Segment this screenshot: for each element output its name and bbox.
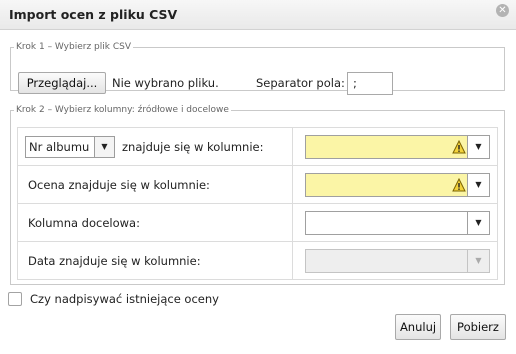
row-label: Data znajduje się w kolumnie: bbox=[28, 253, 201, 268]
krok1-legend: Krok 1 – Wybierz plik CSV bbox=[16, 42, 131, 52]
table-row: Data znajduje się w kolumnie: ▼ bbox=[17, 241, 498, 280]
source-type-value: Nr albumu bbox=[29, 139, 90, 154]
chevron-down-icon: ▼ bbox=[467, 249, 489, 272]
separator-input[interactable]: ; bbox=[347, 72, 393, 95]
import-dialog: Import ocen z pliku CSV ✕ Krok 1 – Wybie… bbox=[0, 0, 516, 354]
row-combo-cell: ▼ bbox=[292, 203, 498, 242]
file-status: Nie wybrano pliku. bbox=[112, 76, 219, 90]
row-label: Kolumna docelowa: bbox=[28, 215, 140, 230]
row-combo-cell: ▼ bbox=[292, 127, 498, 166]
overwrite-checkbox[interactable] bbox=[8, 292, 22, 306]
row-label-cell: Kolumna docelowa: bbox=[17, 203, 293, 242]
overwrite-label: Czy nadpisywać istniejące oceny bbox=[30, 292, 219, 306]
source-type-select[interactable]: Nr albumu ▼ bbox=[25, 135, 115, 158]
columns-table: Nr albumu ▼ znajduje się w kolumnie: ▼ O… bbox=[17, 127, 498, 280]
row-combo-cell: ▼ bbox=[292, 241, 498, 280]
browse-button[interactable]: Przeglądaj... bbox=[18, 72, 106, 94]
chevron-down-icon[interactable]: ▼ bbox=[467, 173, 489, 196]
chevron-down-icon[interactable]: ▼ bbox=[467, 135, 489, 158]
row-label-cell: Ocena znajduje się w kolumnie: bbox=[17, 165, 293, 204]
date-column-combo: ▼ bbox=[305, 248, 490, 273]
row-label-cell: Data znajduje się w kolumnie: bbox=[17, 241, 293, 280]
dialog-title: Import ocen z pliku CSV bbox=[9, 7, 178, 22]
table-row: Ocena znajduje się w kolumnie: ▼ bbox=[17, 165, 498, 204]
target-column-combo[interactable]: ▼ bbox=[305, 210, 490, 235]
warning-icon bbox=[452, 177, 466, 191]
krok2-legend: Krok 2 – Wybierz kolumny: źródłowe i doc… bbox=[16, 105, 229, 115]
dialog-titlebar: Import ocen z pliku CSV ✕ bbox=[0, 0, 516, 30]
chevron-down-icon[interactable]: ▼ bbox=[467, 211, 489, 234]
table-row: Nr albumu ▼ znajduje się w kolumnie: ▼ bbox=[17, 127, 498, 166]
row-label: znajduje się w kolumnie: bbox=[122, 139, 264, 154]
grade-column-combo[interactable]: ▼ bbox=[305, 172, 490, 197]
album-column-combo[interactable]: ▼ bbox=[305, 134, 490, 159]
cancel-button[interactable]: Anuluj bbox=[395, 314, 441, 340]
row-label-cell: Nr albumu ▼ znajduje się w kolumnie: bbox=[17, 127, 293, 166]
row-label: Ocena znajduje się w kolumnie: bbox=[28, 177, 210, 192]
chevron-down-icon[interactable]: ▼ bbox=[94, 136, 114, 157]
table-row: Kolumna docelowa: ▼ bbox=[17, 203, 498, 242]
krok2-fieldset: Krok 2 – Wybierz kolumny: źródłowe i doc… bbox=[10, 105, 505, 285]
separator-label: Separator pola: bbox=[256, 76, 345, 90]
fetch-button[interactable]: Pobierz bbox=[450, 314, 506, 340]
warning-icon bbox=[452, 139, 466, 153]
krok1-fieldset: Krok 1 – Wybierz plik CSV Przeglądaj... … bbox=[10, 42, 505, 95]
row-combo-cell: ▼ bbox=[292, 165, 498, 204]
close-icon[interactable]: ✕ bbox=[496, 4, 509, 17]
